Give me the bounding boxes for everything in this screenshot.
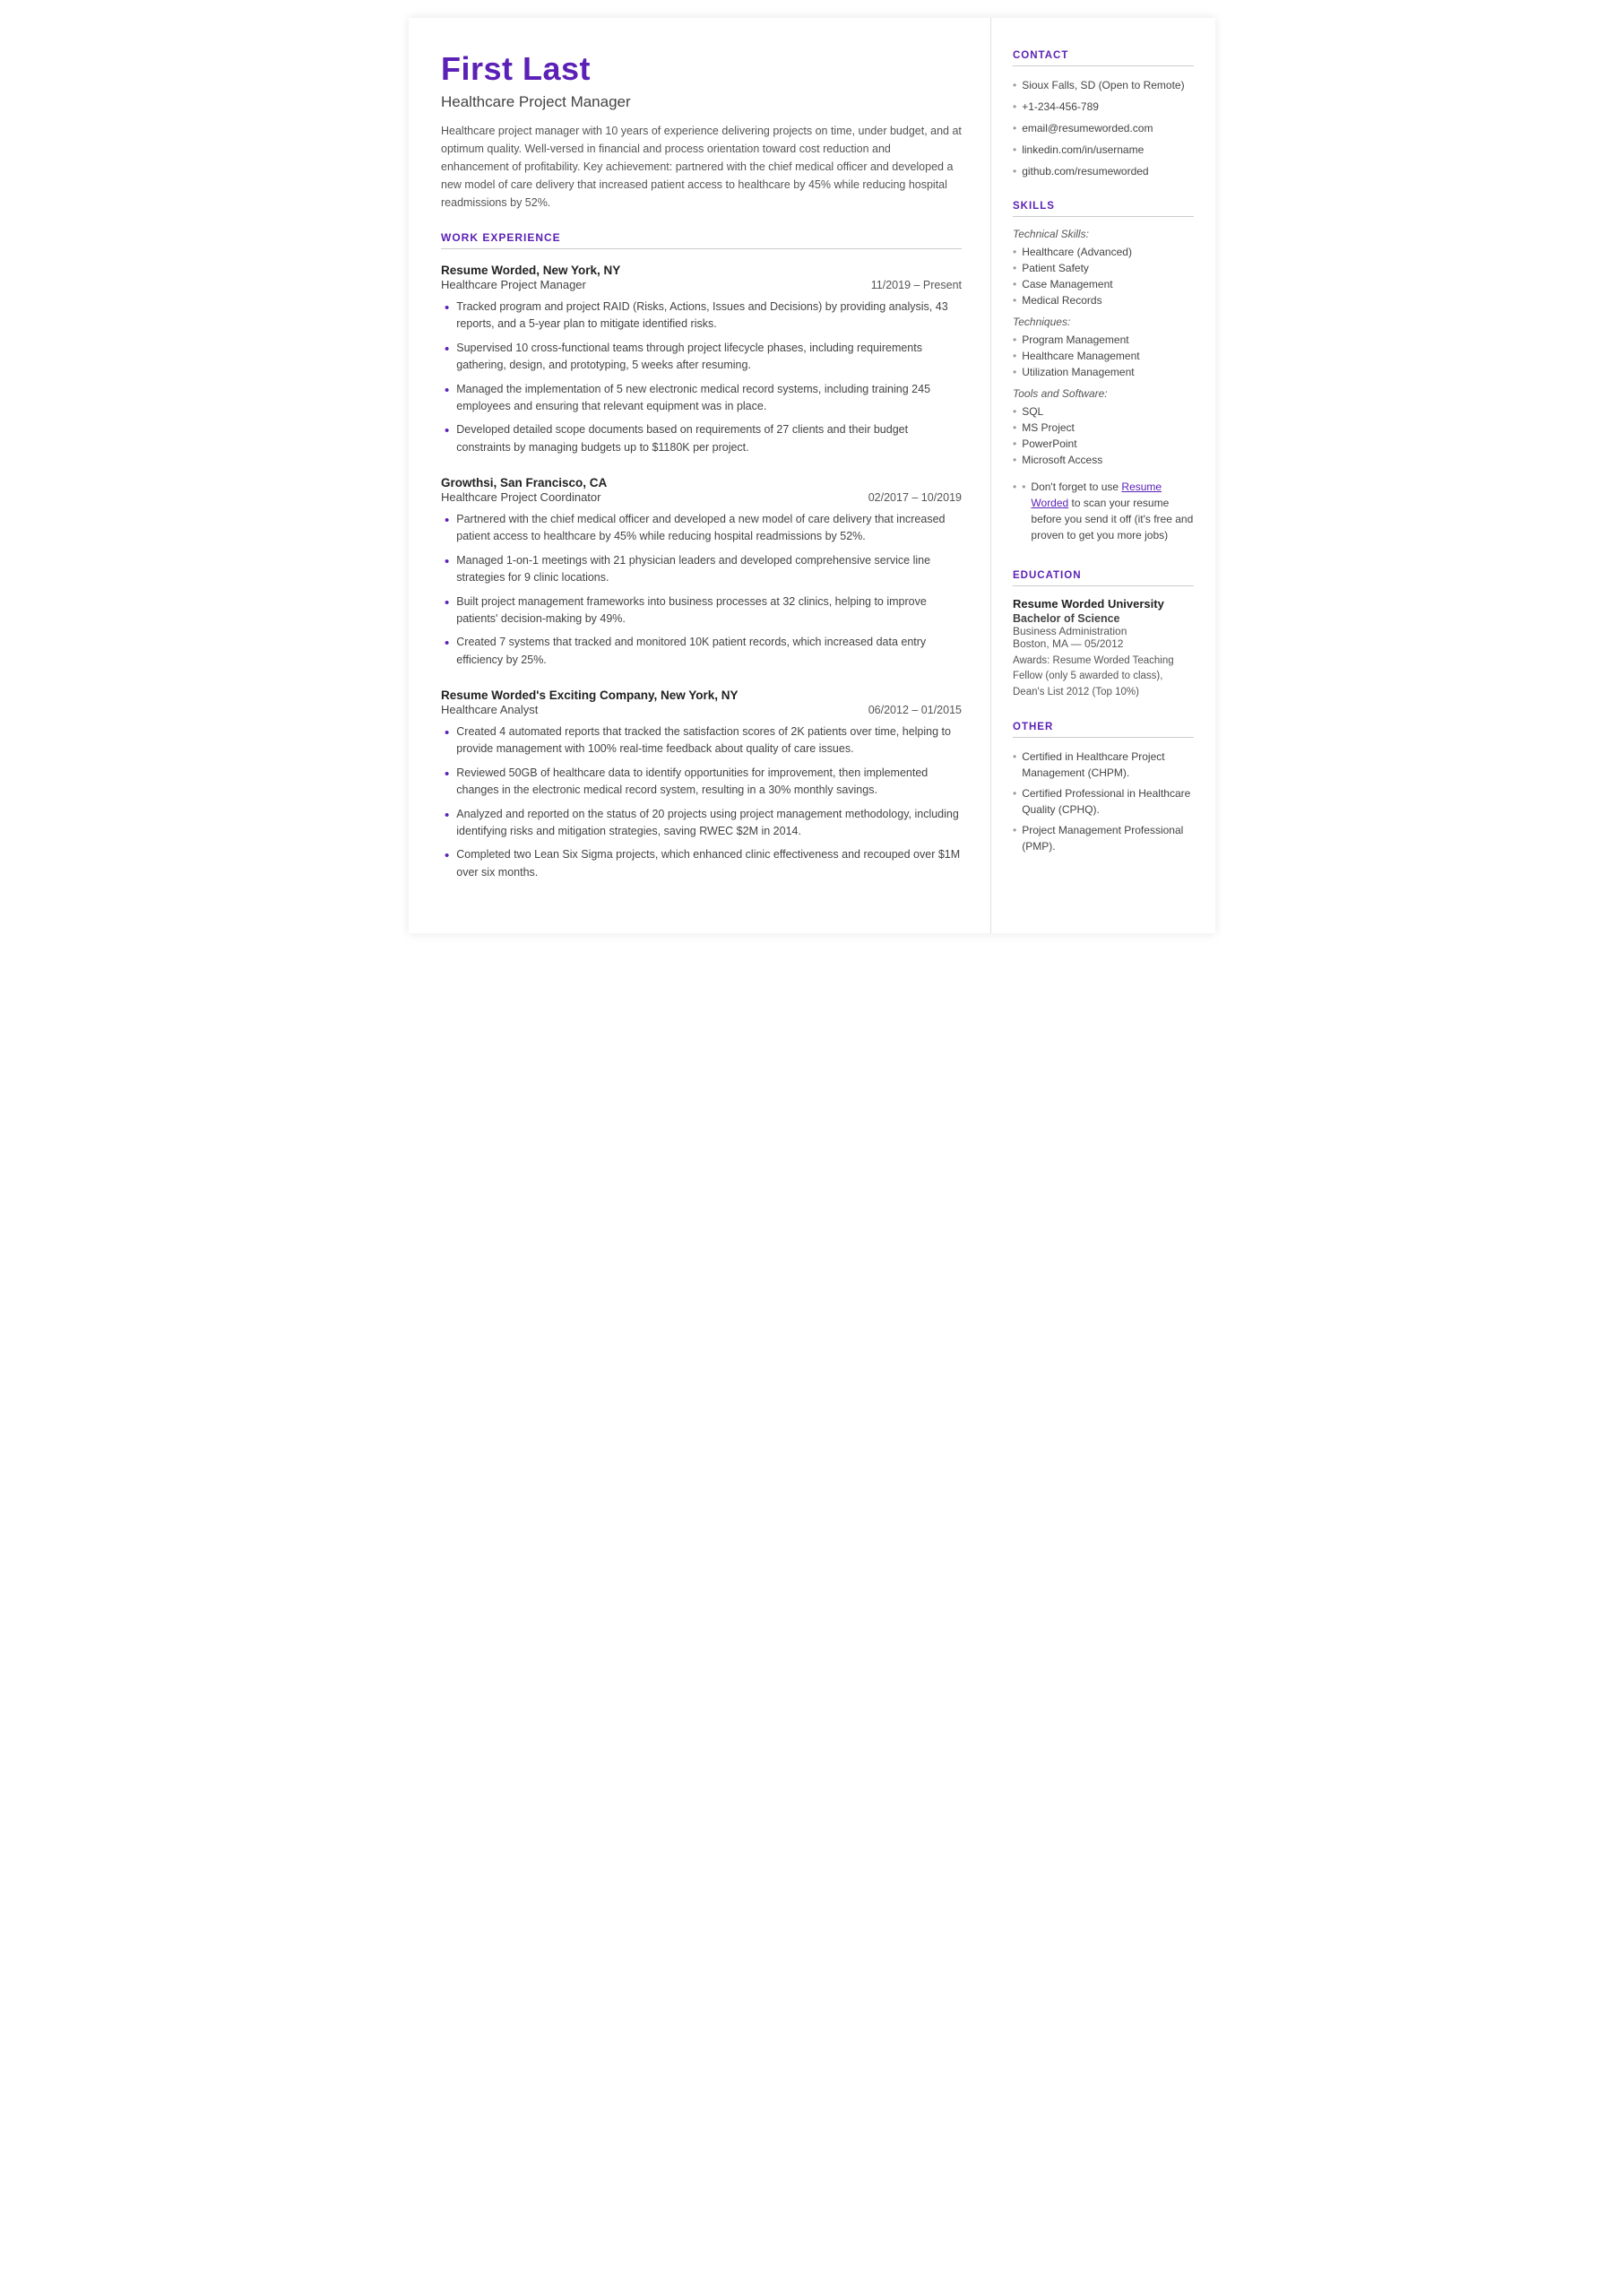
bullet-1-3: Managed the implementation of 5 new elec… xyxy=(445,381,962,416)
bullet-2-3: Built project management frameworks into… xyxy=(445,593,962,628)
job-company-1: Resume Worded, New York, NY xyxy=(441,264,962,277)
skill-tool-1: SQL xyxy=(1013,405,1194,418)
skill-technical-2: Patient Safety xyxy=(1013,262,1194,274)
contact-linkedin: linkedin.com/in/username xyxy=(1013,142,1194,158)
skill-technical-1: Healthcare (Advanced) xyxy=(1013,246,1194,258)
bullet-3-3: Analyzed and reported on the status of 2… xyxy=(445,806,962,841)
other-section: OTHER Certified in Healthcare Project Ma… xyxy=(1013,722,1194,854)
job-block-3: Resume Worded's Exciting Company, New Yo… xyxy=(441,688,962,881)
bullet-3-4: Completed two Lean Six Sigma projects, w… xyxy=(445,846,962,881)
education-section: EDUCATION Resume Worded University Bache… xyxy=(1013,570,1194,700)
job-company-2: Growthsi, San Francisco, CA xyxy=(441,476,962,489)
job-dates-1: 11/2019 – Present xyxy=(871,279,962,291)
job-dates-3: 06/2012 – 01/2015 xyxy=(868,704,962,716)
other-cert-2: Certified Professional in Healthcare Qua… xyxy=(1013,785,1194,818)
job-title-row-1: Healthcare Project Manager 11/2019 – Pre… xyxy=(441,278,962,291)
resume-page: First Last Healthcare Project Manager He… xyxy=(409,18,1215,933)
left-column: First Last Healthcare Project Manager He… xyxy=(409,18,991,933)
work-experience-header: WORK EXPERIENCE xyxy=(441,231,962,249)
job-title-1: Healthcare Project Manager xyxy=(441,278,586,291)
job-company-3: Resume Worded's Exciting Company, New Yo… xyxy=(441,688,962,702)
skills-section: SKILLS Technical Skills: Healthcare (Adv… xyxy=(1013,201,1194,549)
edu-degree: Bachelor of Science xyxy=(1013,612,1194,625)
skill-technical-3: Case Management xyxy=(1013,278,1194,290)
job-title-row-2: Healthcare Project Coordinator 02/2017 –… xyxy=(441,490,962,504)
skill-technique-1: Program Management xyxy=(1013,333,1194,346)
contact-github: github.com/resumeworded xyxy=(1013,163,1194,179)
candidate-title: Healthcare Project Manager xyxy=(441,93,962,111)
skill-tool-2: MS Project xyxy=(1013,421,1194,434)
contact-phone: +1-234-456-789 xyxy=(1013,99,1194,115)
job-title-3: Healthcare Analyst xyxy=(441,703,538,716)
edu-date: Boston, MA — 05/2012 xyxy=(1013,637,1194,650)
contact-section: CONTACT Sioux Falls, SD (Open to Remote)… xyxy=(1013,50,1194,179)
skill-technique-3: Utilization Management xyxy=(1013,366,1194,378)
skill-tool-4: Microsoft Access xyxy=(1013,454,1194,466)
job-bullets-2: Partnered with the chief medical officer… xyxy=(441,511,962,669)
contact-email: email@resumeworded.com xyxy=(1013,120,1194,136)
education-header: EDUCATION xyxy=(1013,570,1194,586)
right-column: CONTACT Sioux Falls, SD (Open to Remote)… xyxy=(991,18,1215,933)
job-title-2: Healthcare Project Coordinator xyxy=(441,490,600,504)
other-cert-3: Project Management Professional (PMP). xyxy=(1013,822,1194,854)
technical-skills-label: Technical Skills: xyxy=(1013,228,1194,240)
contact-header: CONTACT xyxy=(1013,50,1194,66)
techniques-label: Techniques: xyxy=(1013,316,1194,328)
bullet-2-1: Partnered with the chief medical officer… xyxy=(445,511,962,546)
job-title-row-3: Healthcare Analyst 06/2012 – 01/2015 xyxy=(441,703,962,716)
skills-tip: • Don't forget to use Resume Worded to s… xyxy=(1013,472,1194,549)
tools-label: Tools and Software: xyxy=(1013,387,1194,400)
summary-text: Healthcare project manager with 10 years… xyxy=(441,122,962,212)
edu-awards: Awards: Resume Worded Teaching Fellow (o… xyxy=(1013,654,1194,700)
job-bullets-3: Created 4 automated reports that tracked… xyxy=(441,723,962,881)
bullet-1-1: Tracked program and project RAID (Risks,… xyxy=(445,299,962,333)
job-bullets-1: Tracked program and project RAID (Risks,… xyxy=(441,299,962,456)
contact-location: Sioux Falls, SD (Open to Remote) xyxy=(1013,77,1194,93)
other-cert-1: Certified in Healthcare Project Manageme… xyxy=(1013,749,1194,781)
bullet-3-1: Created 4 automated reports that tracked… xyxy=(445,723,962,758)
skill-technique-2: Healthcare Management xyxy=(1013,350,1194,362)
skill-technical-4: Medical Records xyxy=(1013,294,1194,307)
edu-field: Business Administration xyxy=(1013,625,1194,637)
job-block-2: Growthsi, San Francisco, CA Healthcare P… xyxy=(441,476,962,669)
bullet-1-2: Supervised 10 cross-functional teams thr… xyxy=(445,340,962,375)
job-dates-2: 02/2017 – 10/2019 xyxy=(868,491,962,504)
skills-header: SKILLS xyxy=(1013,201,1194,217)
bullet-2-4: Created 7 systems that tracked and monit… xyxy=(445,634,962,669)
job-block-1: Resume Worded, New York, NY Healthcare P… xyxy=(441,264,962,456)
candidate-name: First Last xyxy=(441,50,962,88)
bullet-2-2: Managed 1-on-1 meetings with 21 physicia… xyxy=(445,552,962,587)
resume-worded-link[interactable]: Resume Worded xyxy=(1031,481,1162,509)
edu-school: Resume Worded University xyxy=(1013,597,1194,611)
other-header: OTHER xyxy=(1013,722,1194,738)
bullet-3-2: Reviewed 50GB of healthcare data to iden… xyxy=(445,765,962,800)
bullet-1-4: Developed detailed scope documents based… xyxy=(445,421,962,456)
skill-tool-3: PowerPoint xyxy=(1013,437,1194,450)
